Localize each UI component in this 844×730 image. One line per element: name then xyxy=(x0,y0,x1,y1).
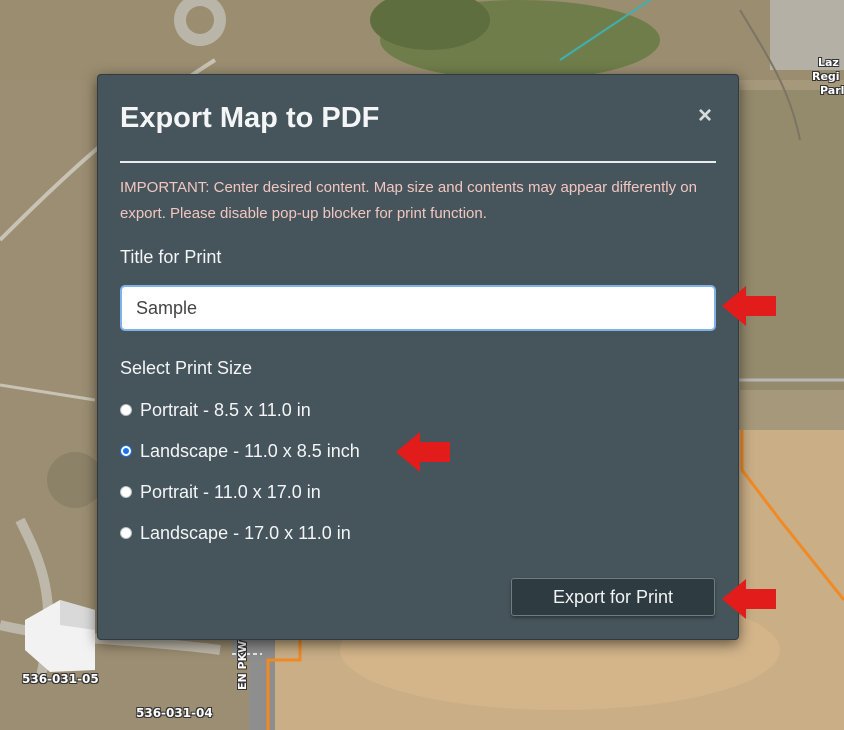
annotation-arrow-icon xyxy=(396,432,450,472)
size-option-portrait-8-5x11[interactable]: Portrait - 8.5 x 11.0 in xyxy=(120,398,311,422)
close-icon[interactable]: × xyxy=(692,103,718,129)
important-notice: IMPORTANT: Center desired content. Map s… xyxy=(120,179,697,222)
size-option-portrait-11x17[interactable]: Portrait - 11.0 x 17.0 in xyxy=(120,480,321,504)
radio-label: Portrait - 11.0 x 17.0 in xyxy=(140,481,321,502)
radio-button[interactable] xyxy=(120,486,132,498)
street-label: EN PKWY xyxy=(236,632,249,690)
parcel-label: 536-031-04 xyxy=(136,706,213,720)
radio-button[interactable] xyxy=(120,527,132,539)
radio-label: Portrait - 8.5 x 11.0 in xyxy=(140,399,311,420)
print-title-input[interactable] xyxy=(120,285,716,331)
street-label: Regi xyxy=(812,70,840,83)
radio-label: Landscape - 17.0 x 11.0 in xyxy=(140,522,351,543)
parcel-label: 536-031-05 xyxy=(22,672,99,686)
street-label: Laz xyxy=(818,56,839,69)
dialog-title: Export Map to PDF xyxy=(120,102,380,134)
divider xyxy=(120,161,716,163)
print-size-label: Select Print Size xyxy=(120,358,253,378)
size-option-landscape-17x11[interactable]: Landscape - 17.0 x 11.0 in xyxy=(120,521,351,545)
export-map-dialog: Export Map to PDF × IMPORTANT: Center de… xyxy=(97,74,739,640)
radio-button[interactable] xyxy=(120,404,132,416)
export-for-print-button[interactable]: Export for Print xyxy=(511,578,715,616)
street-label: Parl xyxy=(820,84,844,97)
radio-button-selected[interactable] xyxy=(120,445,132,457)
annotation-arrow-icon xyxy=(722,579,776,619)
annotation-arrow-icon xyxy=(722,286,776,326)
radio-label: Landscape - 11.0 x 8.5 inch xyxy=(140,440,360,461)
title-label: Title for Print xyxy=(120,247,222,267)
size-option-landscape-11x8-5[interactable]: Landscape - 11.0 x 8.5 inch xyxy=(120,439,360,463)
